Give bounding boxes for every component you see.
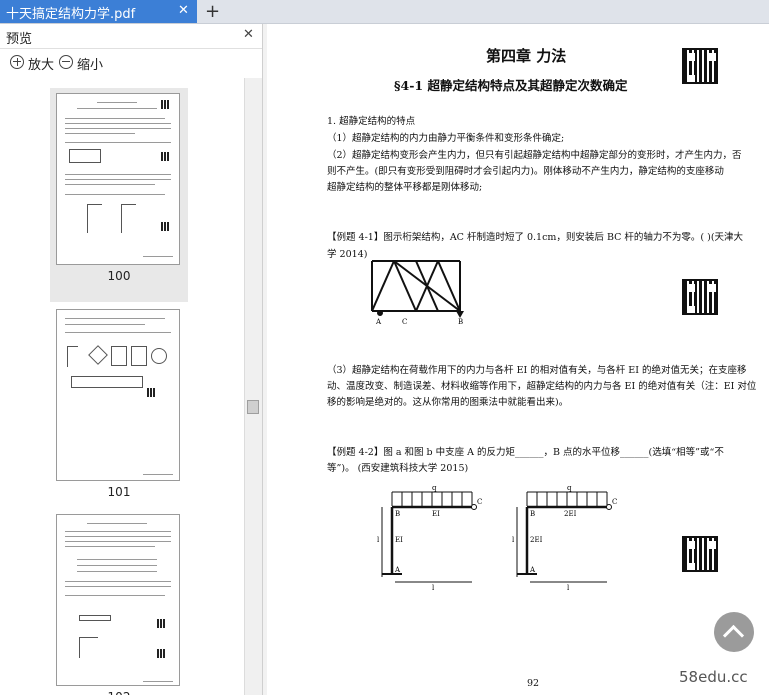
thumbnail-image <box>56 309 180 481</box>
column-ei-label: EI <box>395 536 403 544</box>
zoom-out-icon <box>59 55 73 69</box>
height-label: l <box>512 536 515 544</box>
zoom-in-icon <box>10 55 24 69</box>
thumbnail-page-100[interactable]: 100 <box>50 88 188 302</box>
load-label-q: q <box>432 484 437 492</box>
truss-label-c: C <box>402 318 407 326</box>
paragraph-line: 移的影响是绝对的。这从你常用的图乘法中就能看出来)。 <box>327 397 569 408</box>
tab-bar: 十天搞定结构力学.pdf ✕ + <box>0 0 769 24</box>
thumbnail-page-102[interactable]: 102 <box>50 509 188 695</box>
example-2-line: 【例题 4-2】图 a 和图 b 中支座 A 的反力矩______，B 点的水平… <box>327 447 724 458</box>
node-label-a: A <box>529 566 536 574</box>
paragraph-line: 动、温度改变、制造误差、材料收缩等作用下，超静定结构的内力与各 EI 的绝对值有… <box>327 381 757 392</box>
frame-diagram-b: q B C 2EI 2EI A l l <box>512 484 617 592</box>
zoom-toolbar: 放大 缩小 <box>0 52 240 74</box>
new-tab-icon[interactable]: + <box>205 1 220 22</box>
tab-close-icon[interactable]: ✕ <box>178 3 189 18</box>
back-to-top-button[interactable] <box>714 612 754 652</box>
frame-diagram-a: q B C EI EI A l l <box>377 484 482 592</box>
heading-1: 1. 超静定结构的特点 <box>327 116 416 127</box>
truss-label-b: B <box>458 318 463 326</box>
document-page: 第四章 力法 §4-1 超静定结构特点及其超静定次数确定 1. 超静定结构的特点… <box>267 24 769 695</box>
paragraph-line: （1）超静定结构的内力由静力平衡条件和变形条件确定; <box>327 133 565 144</box>
zoom-out-label: 缩小 <box>77 58 104 73</box>
qr-code-icon <box>682 48 718 84</box>
truss-label-a: A <box>375 318 382 326</box>
length-label: l <box>567 584 570 592</box>
example-1-line: 【例题 4-1】图示桁架结构，AC 杆制造时短了 0.1cm，则安装后 BC 杆… <box>327 232 744 243</box>
qr-code-icon <box>682 536 718 572</box>
sidebar-close-icon[interactable]: ✕ <box>243 27 254 42</box>
thumbnail-label: 101 <box>107 485 131 499</box>
preview-sidebar: 预览 ✕ 放大 缩小 100 101 <box>0 24 263 695</box>
node-label-b: B <box>395 510 400 518</box>
qr-code-icon <box>682 279 718 315</box>
load-label-q: q <box>567 484 572 492</box>
tab-title: 十天搞定结构力学.pdf <box>6 7 136 22</box>
thumbnail-page-101[interactable]: 101 <box>50 304 188 518</box>
sidebar-title: 预览 <box>6 32 33 47</box>
thumbnail-label: 102 <box>50 690 188 695</box>
node-label-b: B <box>530 510 535 518</box>
chapter-title: 第四章 力法 <box>486 47 567 65</box>
watermark-text: 58edu.cc <box>679 668 748 686</box>
paragraph-line: 则不产生。(即只有变形受到阻碍时才会引起内力)。刚体移动不产生内力，静定结构的支… <box>327 166 724 177</box>
paragraph-line: （2）超静定结构变形会产生内力，但只有引起超静定结构中超静定部分的变形时，才产生… <box>327 150 742 161</box>
thumbnail-image <box>56 514 180 686</box>
node-label-c: C <box>612 498 617 506</box>
zoom-in-label: 放大 <box>28 58 55 73</box>
example-2-line: 等”)。 (西安建筑科技大学 2015) <box>327 463 469 474</box>
page-number: 92 <box>527 678 540 689</box>
node-label-a: A <box>394 566 401 574</box>
paragraph-line: （3）超静定结构在荷载作用下的内力与各杆 EI 的相对值有关，与各杆 EI 的绝… <box>327 365 747 376</box>
sidebar-header: 预览 ✕ <box>0 24 262 49</box>
beam-ei-label: EI <box>432 510 440 518</box>
truss-diagram: A C B <box>371 260 464 326</box>
section-title: §4-1 超静定结构特点及其超静定次数确定 <box>394 78 628 93</box>
thumbnail-label: 100 <box>107 269 131 283</box>
thumbnail-image <box>56 93 180 265</box>
paragraph-line: 超静定结构的整体平移都是刚体移动; <box>327 182 483 193</box>
height-label: l <box>377 536 380 544</box>
beam-ei-label: 2EI <box>564 510 577 518</box>
scrollbar-thumb[interactable] <box>247 400 259 414</box>
column-ei-label: 2EI <box>530 536 543 544</box>
sidebar-scrollbar[interactable] <box>244 78 262 695</box>
node-label-c: C <box>477 498 482 506</box>
document-tab[interactable]: 十天搞定结构力学.pdf ✕ <box>0 0 197 23</box>
thumbnail-list: 100 101 <box>0 78 244 695</box>
length-label: l <box>432 584 435 592</box>
